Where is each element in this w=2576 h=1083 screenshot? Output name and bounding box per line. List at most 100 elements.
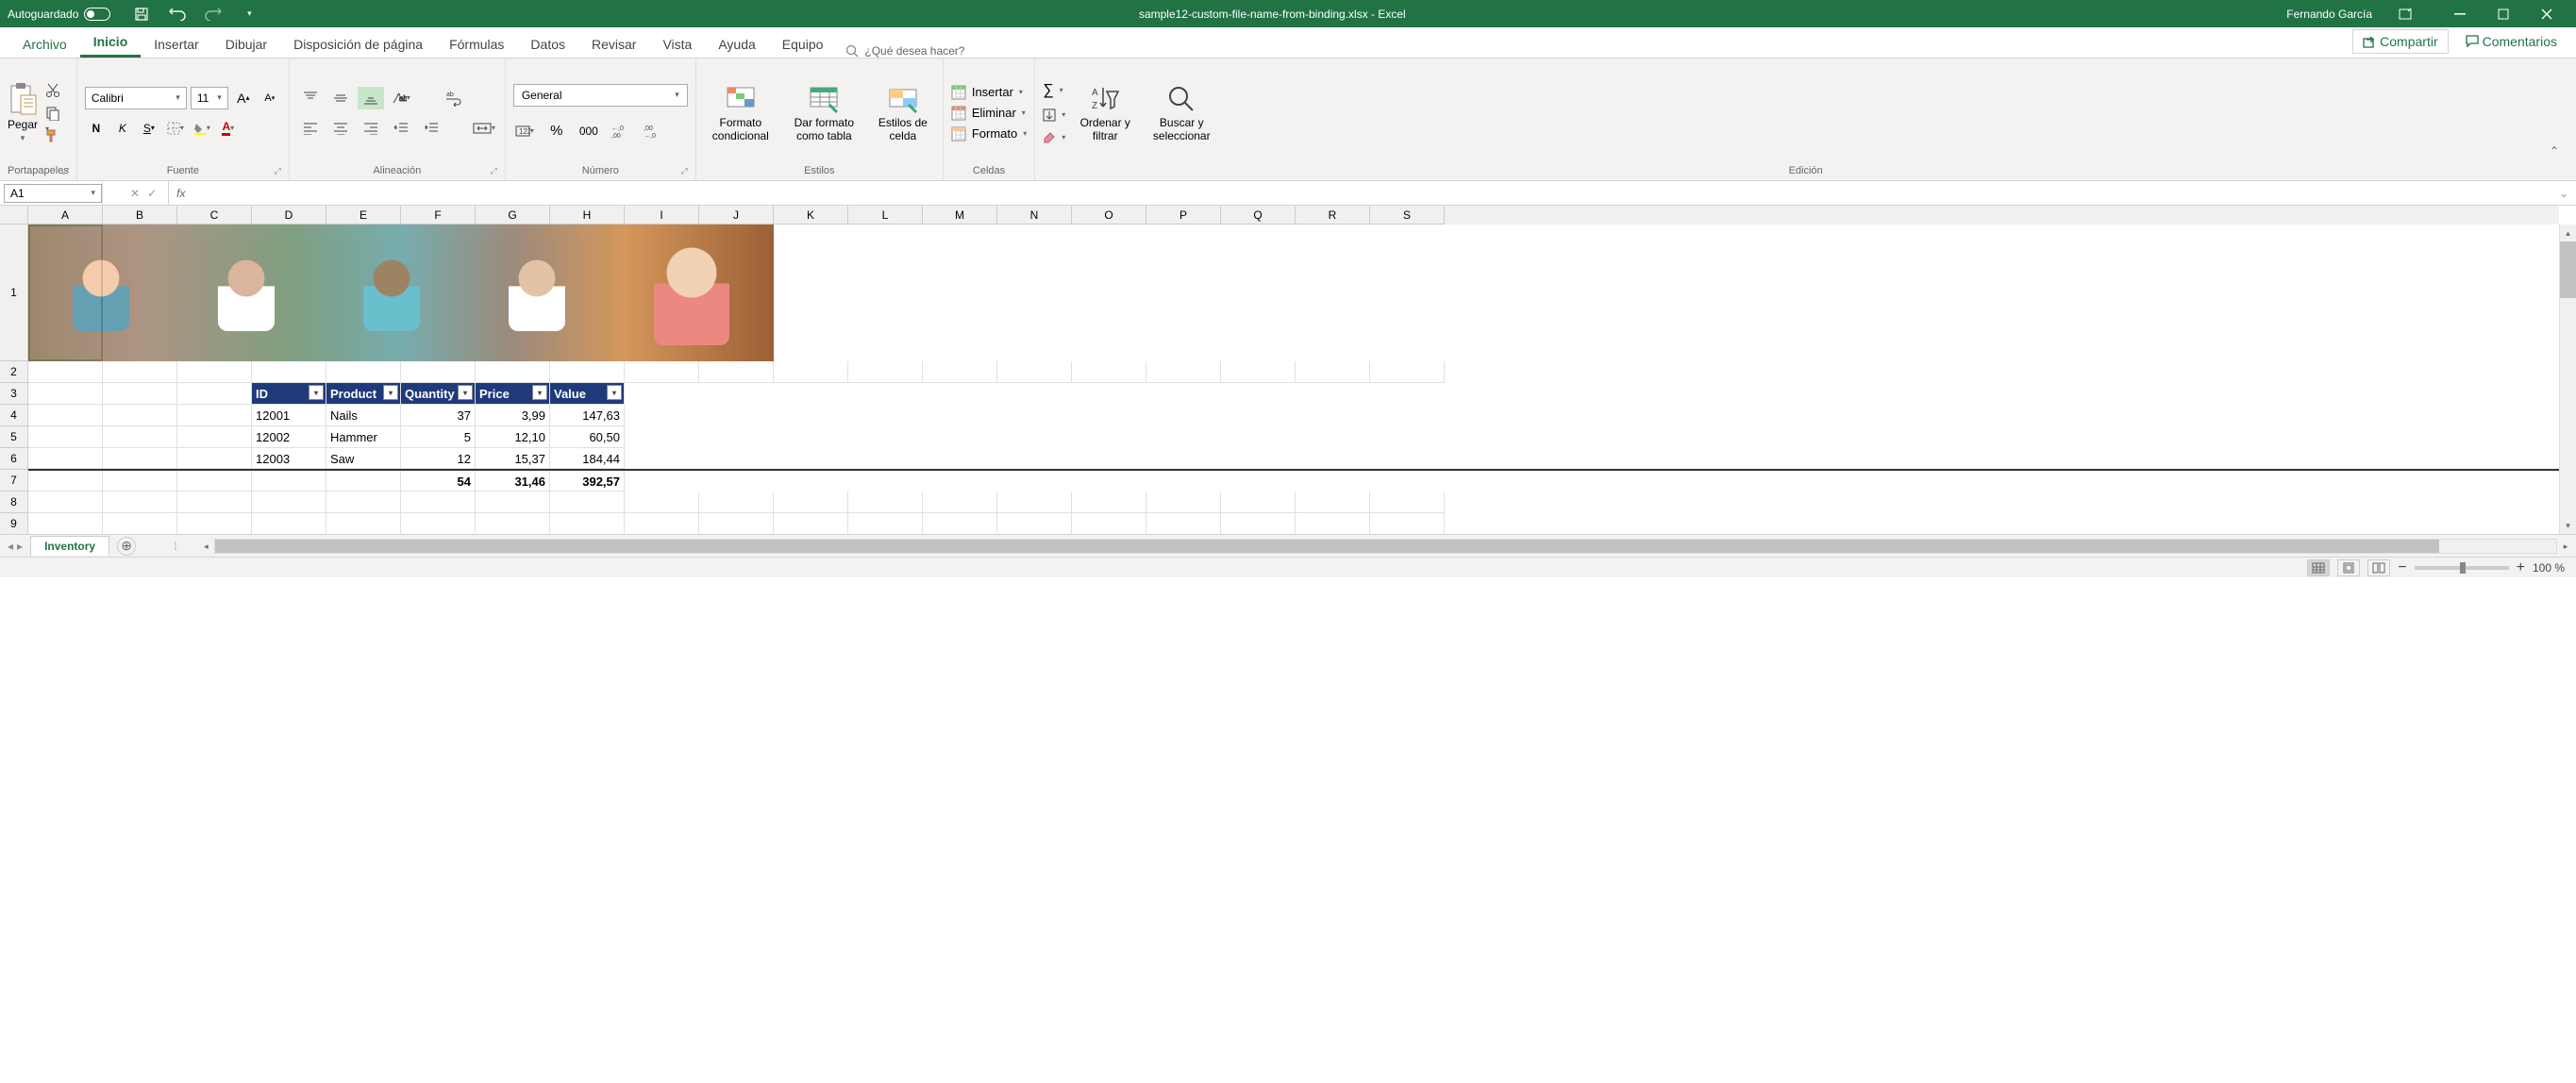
cell[interactable] [103,361,177,383]
dialog-launcher-icon[interactable]: ⤢ [62,166,69,176]
align-bottom-icon[interactable] [358,87,384,109]
filter-dropdown-icon[interactable]: ▾ [458,385,473,400]
table-header-product[interactable]: Product▾ [326,383,401,405]
maximize-button[interactable] [2482,0,2525,27]
filter-dropdown-icon[interactable]: ▾ [309,385,324,400]
increase-decimal-icon[interactable]: ←,0,00 [610,120,632,142]
row-header[interactable]: 8 [0,492,28,513]
scroll-left-icon[interactable]: ◂ [198,540,213,553]
cell[interactable] [28,492,103,513]
cell[interactable] [103,426,177,448]
column-header[interactable]: F [401,206,476,225]
cell[interactable] [103,383,177,405]
align-top-icon[interactable] [297,87,324,109]
font-size-select[interactable]: 11▾ [191,87,228,109]
enter-formula-icon[interactable]: ✓ [147,187,157,200]
cell[interactable]: Hammer [326,426,401,448]
cell[interactable] [401,361,476,383]
align-middle-icon[interactable] [327,87,354,109]
close-button[interactable] [2525,0,2568,27]
align-center-icon[interactable] [327,117,354,140]
cell[interactable] [476,492,550,513]
merge-center-button[interactable]: ▾ [471,117,497,140]
cell[interactable]: 147,63 [550,405,625,426]
format-as-table-button[interactable]: Dar formato como tabla [785,82,863,144]
sheet-next-icon[interactable]: ▸ [17,540,23,553]
font-color-button[interactable]: A▾ [217,117,240,140]
tab-file[interactable]: Archivo [9,31,80,58]
dialog-launcher-icon[interactable]: ⤢ [275,166,281,176]
cell[interactable] [476,513,550,534]
tab-vista[interactable]: Vista [649,31,705,58]
autosave-toggle[interactable]: Autoguardado [8,8,110,21]
cell-styles-button[interactable]: Estilos de celda [871,82,935,144]
delete-cells-button[interactable]: Eliminar▾ [951,106,1027,121]
cell[interactable] [1296,361,1370,383]
column-header[interactable]: K [774,206,848,225]
add-sheet-button[interactable]: ⊕ [117,537,136,556]
column-header[interactable]: P [1146,206,1221,225]
tab-ayuda[interactable]: Ayuda [705,31,768,58]
column-header[interactable]: I [625,206,699,225]
fill-color-button[interactable]: ▾ [191,117,213,140]
align-left-icon[interactable] [297,117,324,140]
cell[interactable] [1072,492,1146,513]
cell[interactable] [550,513,625,534]
filter-dropdown-icon[interactable]: ▾ [607,385,622,400]
clear-button[interactable]: ▾ [1043,131,1065,144]
cell[interactable]: 184,44 [550,448,625,469]
find-select-button[interactable]: Buscar y seleccionar [1145,82,1218,144]
column-header[interactable]: A [28,206,103,225]
cell[interactable] [326,471,401,492]
column-header[interactable]: L [848,206,923,225]
comma-format-icon[interactable]: 000 [577,120,600,142]
filter-dropdown-icon[interactable]: ▾ [383,385,398,400]
cell[interactable] [401,492,476,513]
cell[interactable] [699,492,774,513]
wrap-text-button[interactable]: ab [441,87,467,109]
tab-split-handle[interactable]: ⁞ [174,540,176,553]
ribbon-display-icon[interactable] [2384,0,2427,27]
cell[interactable] [923,361,997,383]
cell[interactable] [774,492,848,513]
cell[interactable]: 31,46 [476,471,550,492]
column-header[interactable]: G [476,206,550,225]
cell[interactable] [1072,361,1146,383]
column-header[interactable]: E [326,206,401,225]
row-header[interactable]: 2 [0,361,28,383]
cell[interactable] [997,361,1072,383]
cell[interactable] [625,492,699,513]
cell[interactable]: Saw [326,448,401,469]
row-header[interactable]: 1 [0,225,28,361]
page-layout-view-icon[interactable] [2337,559,2360,576]
worksheet-grid[interactable]: ABCDEFGHIJKLMNOPQRS 1 2 3 4 5 6 7 8 9 ID… [0,206,2576,534]
cell[interactable] [476,361,550,383]
insert-cells-button[interactable]: Insertar▾ [951,85,1027,100]
undo-icon[interactable] [169,6,186,23]
cell[interactable] [28,405,103,426]
column-header[interactable]: R [1296,206,1370,225]
cell[interactable] [177,361,252,383]
autosum-button[interactable]: ∑▾ [1043,82,1065,99]
cell[interactable] [774,361,848,383]
cell[interactable] [1370,513,1445,534]
cell[interactable] [848,361,923,383]
cell[interactable] [774,513,848,534]
tab-revisar[interactable]: Revisar [578,31,649,58]
copy-icon[interactable]: ▾ [45,106,66,121]
cell[interactable] [326,492,401,513]
cell[interactable] [1221,492,1296,513]
cell[interactable] [28,361,103,383]
percent-format-icon[interactable]: % [545,120,568,142]
zoom-out-button[interactable]: − [2398,559,2406,576]
cell[interactable] [103,448,177,469]
cell[interactable] [1146,361,1221,383]
increase-font-icon[interactable]: A▴ [232,87,255,109]
cell[interactable] [1370,361,1445,383]
tab-inicio[interactable]: Inicio [80,28,142,58]
dialog-launcher-icon[interactable]: ⤢ [681,166,688,176]
font-name-select[interactable]: Calibri▾ [85,87,187,109]
cell[interactable] [28,448,103,469]
cell[interactable] [1296,513,1370,534]
cell[interactable]: 37 [401,405,476,426]
